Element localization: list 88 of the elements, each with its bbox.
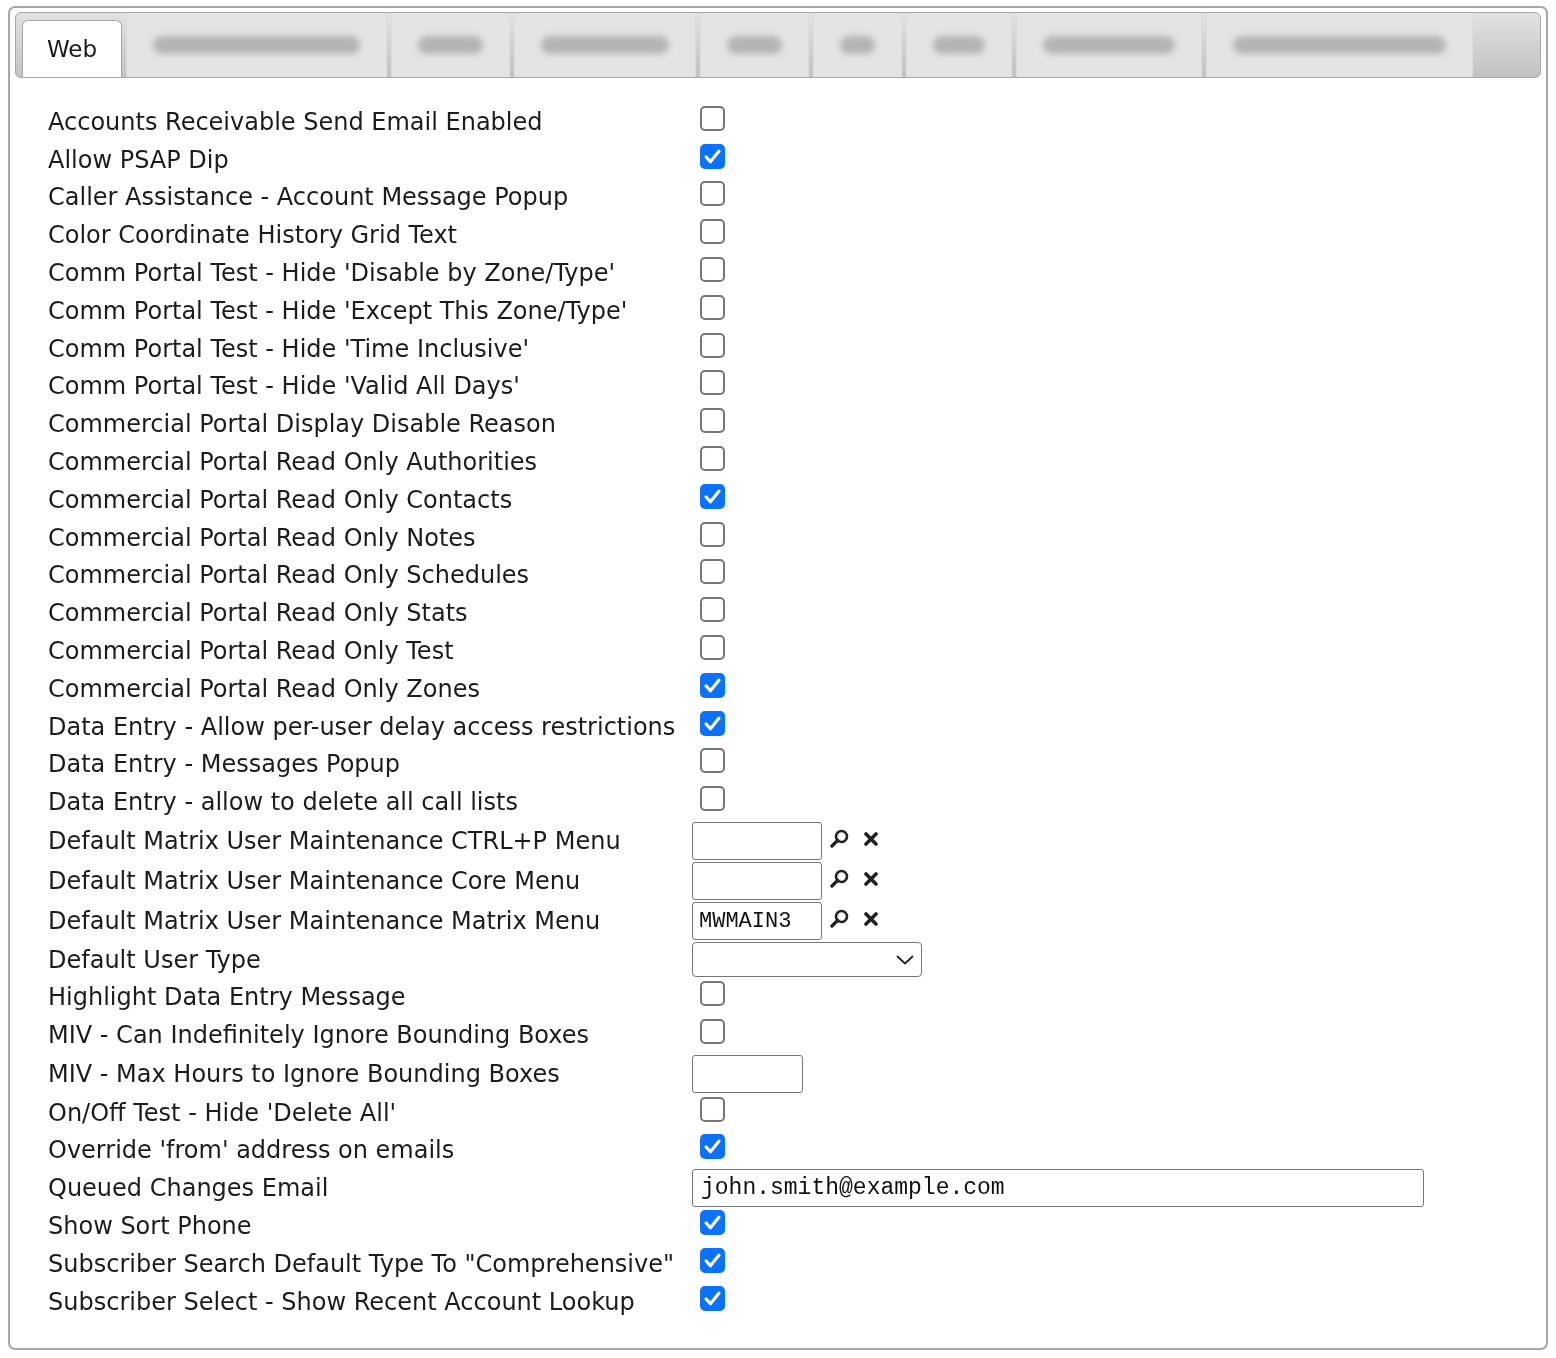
setting-label: Comm Portal Test - Hide 'Time Inclusive' xyxy=(48,334,529,363)
setting-label: Queued Changes Email xyxy=(48,1174,329,1203)
checkbox[interactable] xyxy=(700,105,725,131)
checkbox[interactable] xyxy=(700,370,725,396)
checkbox[interactable] xyxy=(700,1134,725,1160)
checkmark-icon xyxy=(704,715,721,731)
setting-label: Commercial Portal Read Only Authorities xyxy=(48,448,538,477)
setting-label: Comm Portal Test - Hide 'Except This Zone/Type' xyxy=(48,296,628,325)
setting-label: MIV - Max Hours to Ignore Bounding Boxes xyxy=(48,1059,560,1088)
blurred-text-icon xyxy=(1233,36,1446,54)
setting-label: Override 'from' address on emails xyxy=(48,1136,455,1165)
setting-label: Accounts Receivable Send Email Enabled xyxy=(48,107,543,136)
blurred-text-icon xyxy=(153,36,360,54)
tab[interactable]: Web xyxy=(22,20,122,77)
checkbox[interactable] xyxy=(700,559,725,585)
setting-label: Default Matrix User Maintenance CTRL+P Menu xyxy=(48,827,621,856)
checkmark-icon xyxy=(704,1139,721,1155)
search-icon[interactable] xyxy=(830,869,849,889)
setting-label: Default Matrix User Maintenance Core Menu xyxy=(48,867,581,896)
email-field[interactable]: john.smith@example.com xyxy=(692,1169,1424,1208)
setting-label: Subscriber Select - Show Recent Account Lookup xyxy=(48,1287,635,1316)
checkmark-icon xyxy=(704,1253,721,1268)
setting-label: Default User Type xyxy=(48,945,261,974)
setting-label: Subscriber Search Default Type To "Comprehensive" xyxy=(48,1250,675,1278)
setting-label: Allow PSAP Dip xyxy=(48,145,229,174)
checkmark-icon xyxy=(704,148,721,164)
checkbox[interactable] xyxy=(700,597,725,623)
checkbox[interactable] xyxy=(700,1210,725,1236)
cross-icon[interactable] xyxy=(864,831,878,846)
checkbox[interactable] xyxy=(700,1285,725,1311)
setting-label: Show Sort Phone xyxy=(48,1212,252,1241)
text-field[interactable]: MWMAIN3 xyxy=(692,902,822,941)
dropdown[interactable] xyxy=(692,942,922,978)
checkbox[interactable] xyxy=(700,257,725,283)
blurred-text-icon xyxy=(727,36,782,54)
checkmark-icon xyxy=(704,677,721,693)
setting-label: Highlight Data Entry Message xyxy=(48,983,406,1012)
checkbox[interactable] xyxy=(700,294,725,320)
checkbox[interactable] xyxy=(700,521,725,547)
setting-label: Data Entry - allow to delete all call lists xyxy=(48,788,518,817)
setting-label: Comm Portal Test - Hide 'Disable by Zone/Type' xyxy=(48,259,616,288)
setting-label: Data Entry - Messages Popup xyxy=(48,750,400,779)
setting-label: Comm Portal Test - Hide 'Valid All Days' xyxy=(48,372,520,401)
blurred-text-icon xyxy=(1043,36,1175,54)
blurred-text-icon xyxy=(840,36,875,54)
search-icon[interactable] xyxy=(830,909,849,929)
setting-label: Data Entry - Allow per-user delay access restrictions xyxy=(48,712,676,741)
search-icon[interactable] xyxy=(830,829,849,849)
cross-icon[interactable] xyxy=(864,911,878,926)
checkbox[interactable] xyxy=(700,446,725,472)
checkbox[interactable] xyxy=(700,483,725,509)
blurred-text-icon xyxy=(933,36,985,54)
checkbox[interactable] xyxy=(700,1248,725,1273)
text-field[interactable] xyxy=(692,862,822,901)
checkbox[interactable] xyxy=(700,672,725,698)
checkbox[interactable] xyxy=(700,710,725,736)
checkbox[interactable] xyxy=(700,332,725,358)
setting-label: Commercial Portal Display Disable Reason xyxy=(48,410,556,439)
setting-label: Commercial Portal Read Only Test xyxy=(48,637,454,666)
setting-label: MIV - Can Indefinitely Ignore Bounding Boxes xyxy=(48,1020,590,1049)
setting-label: Commercial Portal Read Only Stats xyxy=(48,599,468,628)
chevron-down-icon xyxy=(896,954,914,965)
setting-label: Commercial Portal Read Only Schedules xyxy=(48,561,530,590)
text-field[interactable] xyxy=(692,1054,803,1093)
checkmark-icon xyxy=(704,1290,721,1306)
checkbox[interactable] xyxy=(700,1018,725,1044)
checkbox[interactable] xyxy=(700,219,725,245)
checkbox[interactable] xyxy=(700,786,725,812)
cross-icon[interactable] xyxy=(864,871,878,886)
setting-label: Commercial Portal Read Only Notes xyxy=(48,523,476,552)
setting-label: Color Coordinate History Grid Text xyxy=(48,221,458,250)
text-field[interactable] xyxy=(692,822,822,861)
setting-label: Commercial Portal Read Only Zones xyxy=(48,674,480,703)
checkbox[interactable] xyxy=(700,143,725,169)
blurred-text-icon xyxy=(418,36,483,54)
checkbox[interactable] xyxy=(700,748,725,774)
checkbox[interactable] xyxy=(700,1096,725,1122)
checkbox[interactable] xyxy=(700,635,725,661)
checkmark-icon xyxy=(704,1215,721,1231)
setting-label: On/Off Test - Hide 'Delete All' xyxy=(48,1098,397,1127)
setting-label: Default Matrix User Maintenance Matrix Menu xyxy=(48,907,601,936)
setting-label: Commercial Portal Read Only Contacts xyxy=(48,485,513,514)
checkmark-icon xyxy=(704,488,721,504)
checkbox[interactable] xyxy=(700,981,725,1007)
checkbox[interactable] xyxy=(700,181,725,207)
setting-label: Caller Assistance - Account Message Popup xyxy=(48,183,569,212)
checkbox[interactable] xyxy=(700,408,725,434)
blurred-text-icon xyxy=(541,36,669,54)
